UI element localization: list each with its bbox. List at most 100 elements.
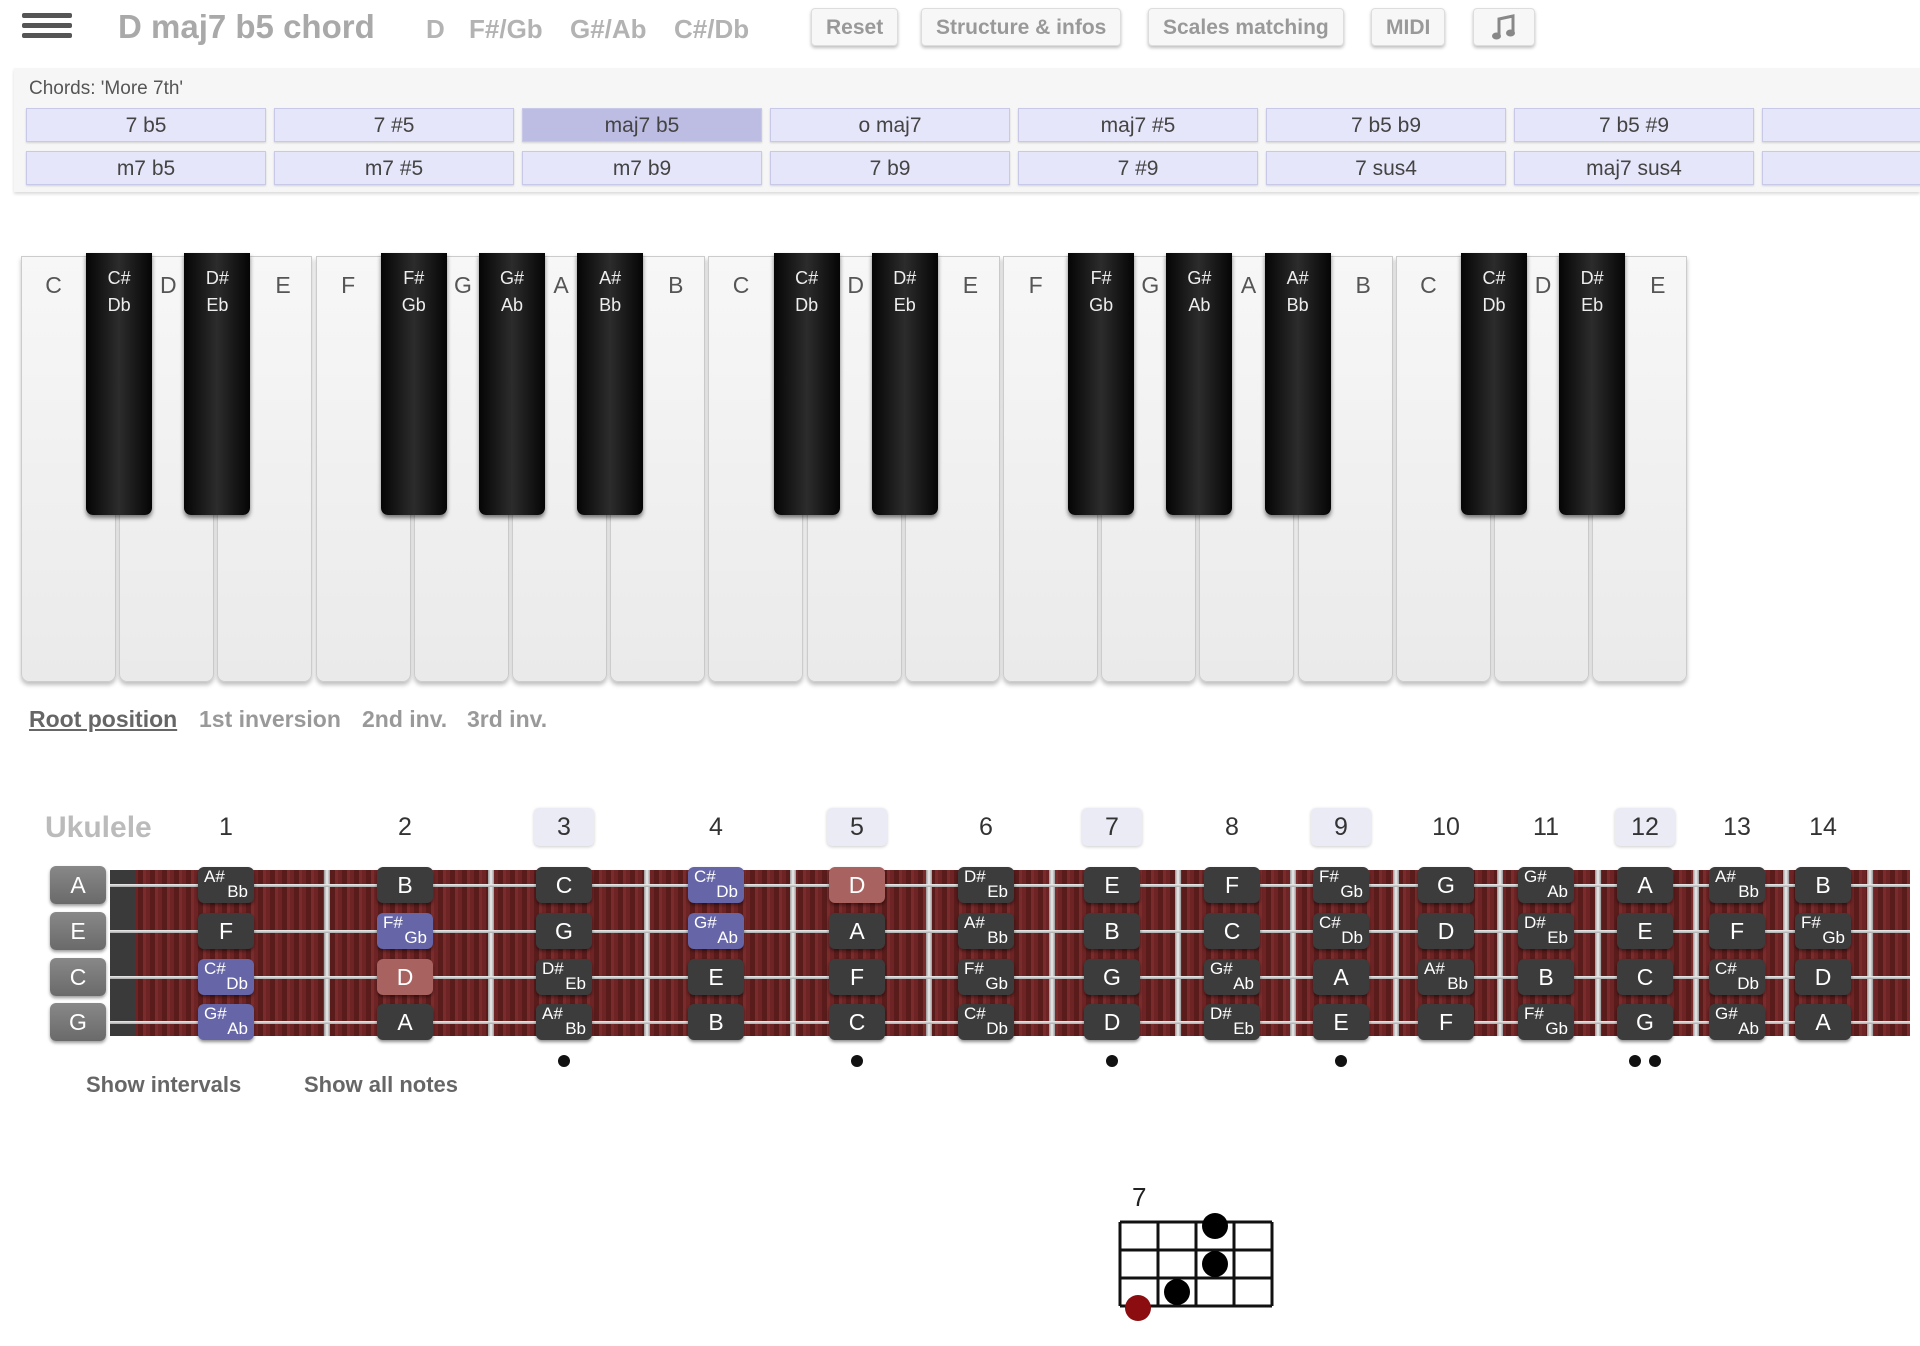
chord-option[interactable]: 7 #9 — [1018, 151, 1258, 185]
fret-note[interactable]: C# Db — [688, 867, 744, 903]
fret-note[interactable]: B — [1795, 867, 1851, 903]
inversion-root-position[interactable]: Root position — [29, 706, 177, 733]
note-link-gsharp-ab[interactable]: G#/Ab — [570, 14, 647, 45]
play-button[interactable] — [1473, 8, 1535, 46]
chord-option[interactable]: maj7 sus4 — [1514, 151, 1754, 185]
fret-note[interactable]: E — [688, 959, 744, 995]
fret-note[interactable]: C# Db — [198, 959, 254, 995]
piano-black-key[interactable]: G# Ab — [479, 253, 545, 515]
chord-option[interactable]: maj7 #5 — [1018, 108, 1258, 142]
chord-option[interactable]: 7 b5 — [26, 108, 266, 142]
fret-note[interactable]: B — [688, 1004, 744, 1040]
chord-option[interactable]: 7 b5 b9 — [1266, 108, 1506, 142]
fret-note[interactable]: D# Eb — [1204, 1004, 1260, 1040]
chord-option[interactable]: 7 #5 b9 — [1762, 108, 1920, 142]
fret-note[interactable]: G# Ab — [688, 913, 744, 949]
fret-note[interactable]: C# Db — [958, 1004, 1014, 1040]
note-link-fsharp-gb[interactable]: F#/Gb — [469, 14, 543, 45]
fret-note[interactable]: G# Ab — [198, 1004, 254, 1040]
inversion-3rd[interactable]: 3rd inv. — [467, 706, 547, 733]
inversion-2nd[interactable]: 2nd inv. — [362, 706, 447, 733]
fret-note[interactable]: A# Bb — [536, 1004, 592, 1040]
reset-button[interactable]: Reset — [811, 8, 899, 46]
piano-black-key[interactable]: D# Eb — [184, 253, 251, 515]
piano-black-key[interactable]: C# Db — [1461, 253, 1527, 515]
chord-option[interactable]: m7 b9 — [522, 151, 762, 185]
piano-black-key[interactable]: D# Eb — [1559, 253, 1626, 515]
midi-button[interactable]: MIDI — [1371, 8, 1446, 46]
fret-note[interactable]: A# Bb — [198, 867, 254, 903]
fret-note[interactable]: F# Gb — [1313, 867, 1369, 903]
fret-note[interactable]: E — [1313, 1004, 1369, 1040]
fret-note[interactable]: F — [829, 959, 885, 995]
open-string-c[interactable]: C — [50, 958, 106, 996]
note-link-csharp-db[interactable]: C#/Db — [674, 14, 749, 45]
fret-note[interactable]: G — [1418, 867, 1474, 903]
open-string-e[interactable]: E — [50, 912, 106, 950]
chord-option[interactable]: 7 b9 — [770, 151, 1010, 185]
show-all-notes-button[interactable]: Show all notes — [304, 1072, 458, 1098]
scales-matching-button[interactable]: Scales matching — [1148, 8, 1344, 46]
fret-note[interactable]: D# Eb — [958, 867, 1014, 903]
fret-note[interactable]: G# Ab — [1204, 959, 1260, 995]
fret-note[interactable]: A — [377, 1004, 433, 1040]
chord-option[interactable]: dim7 — [1762, 151, 1920, 185]
piano-black-key[interactable]: G# Ab — [1166, 253, 1233, 515]
fret-note[interactable]: C# Db — [1709, 959, 1765, 995]
fret-note[interactable]: C — [1617, 959, 1673, 995]
fret-note[interactable]: F — [1709, 913, 1765, 949]
fret-note[interactable]: G — [536, 913, 592, 949]
piano-black-key[interactable]: C# Db — [86, 253, 153, 515]
fret-note[interactable]: A — [1617, 867, 1673, 903]
fret-note[interactable]: A — [1795, 1004, 1851, 1040]
fret-note[interactable]: D — [1795, 959, 1851, 995]
chord-option[interactable]: 7 b5 #9 — [1514, 108, 1754, 142]
fret-note[interactable]: D# Eb — [1518, 913, 1574, 949]
fret-note[interactable]: D — [1418, 913, 1474, 949]
piano-black-key[interactable]: A# Bb — [1264, 253, 1331, 515]
fret-note[interactable]: A — [1313, 959, 1369, 995]
fret-note[interactable]: F# Gb — [1795, 913, 1851, 949]
note-link-d[interactable]: D — [426, 14, 445, 45]
piano-black-key[interactable]: F# Gb — [380, 253, 447, 515]
chord-option[interactable]: 7 sus4 — [1266, 151, 1506, 185]
fret-note[interactable]: F — [1204, 867, 1260, 903]
chord-option[interactable]: m7 #5 — [274, 151, 514, 185]
fret-note[interactable]: G# Ab — [1518, 867, 1574, 903]
fret-note[interactable]: B — [1084, 913, 1140, 949]
fret-note[interactable]: F — [1418, 1004, 1474, 1040]
fret-note[interactable]: D# Eb — [536, 959, 592, 995]
inversion-1st[interactable]: 1st inversion — [199, 706, 341, 733]
piano-black-key[interactable]: D# Eb — [871, 253, 938, 515]
fret-note[interactable]: F# Gb — [958, 959, 1014, 995]
menu-icon[interactable] — [22, 8, 72, 48]
fret-note[interactable]: C — [829, 1004, 885, 1040]
fret-note[interactable]: F# Gb — [1518, 1004, 1574, 1040]
show-intervals-button[interactable]: Show intervals — [86, 1072, 241, 1098]
fret-note[interactable]: G — [1617, 1004, 1673, 1040]
fret-note[interactable]: G — [1084, 959, 1140, 995]
fret-note[interactable]: A# Bb — [1418, 959, 1474, 995]
fret-note[interactable]: B — [377, 867, 433, 903]
fret-note[interactable]: C# Db — [1313, 913, 1369, 949]
fret-note[interactable]: A# Bb — [958, 913, 1014, 949]
open-string-g[interactable]: G — [50, 1003, 106, 1041]
piano-black-key[interactable]: C# Db — [773, 253, 840, 515]
fret-note[interactable]: A# Bb — [1709, 867, 1765, 903]
open-string-a[interactable]: A — [50, 866, 106, 904]
chord-option[interactable]: maj7 b5 — [522, 108, 762, 142]
fret-note[interactable]: E — [1084, 867, 1140, 903]
fret-note[interactable]: C — [1204, 913, 1260, 949]
piano-black-key[interactable]: A# Bb — [577, 253, 644, 515]
chord-option[interactable]: o maj7 — [770, 108, 1010, 142]
fret-note[interactable]: E — [1617, 913, 1673, 949]
fret-note[interactable]: D — [829, 867, 885, 903]
chord-option[interactable]: m7 b5 — [26, 151, 266, 185]
fret-note[interactable]: C — [536, 867, 592, 903]
fret-note[interactable]: B — [1518, 959, 1574, 995]
piano-black-key[interactable]: F# Gb — [1068, 253, 1135, 515]
fret-note[interactable]: D — [377, 959, 433, 995]
fret-note[interactable]: F — [198, 913, 254, 949]
structure-infos-button[interactable]: Structure & infos — [921, 8, 1122, 46]
fret-note[interactable]: F# Gb — [377, 913, 433, 949]
